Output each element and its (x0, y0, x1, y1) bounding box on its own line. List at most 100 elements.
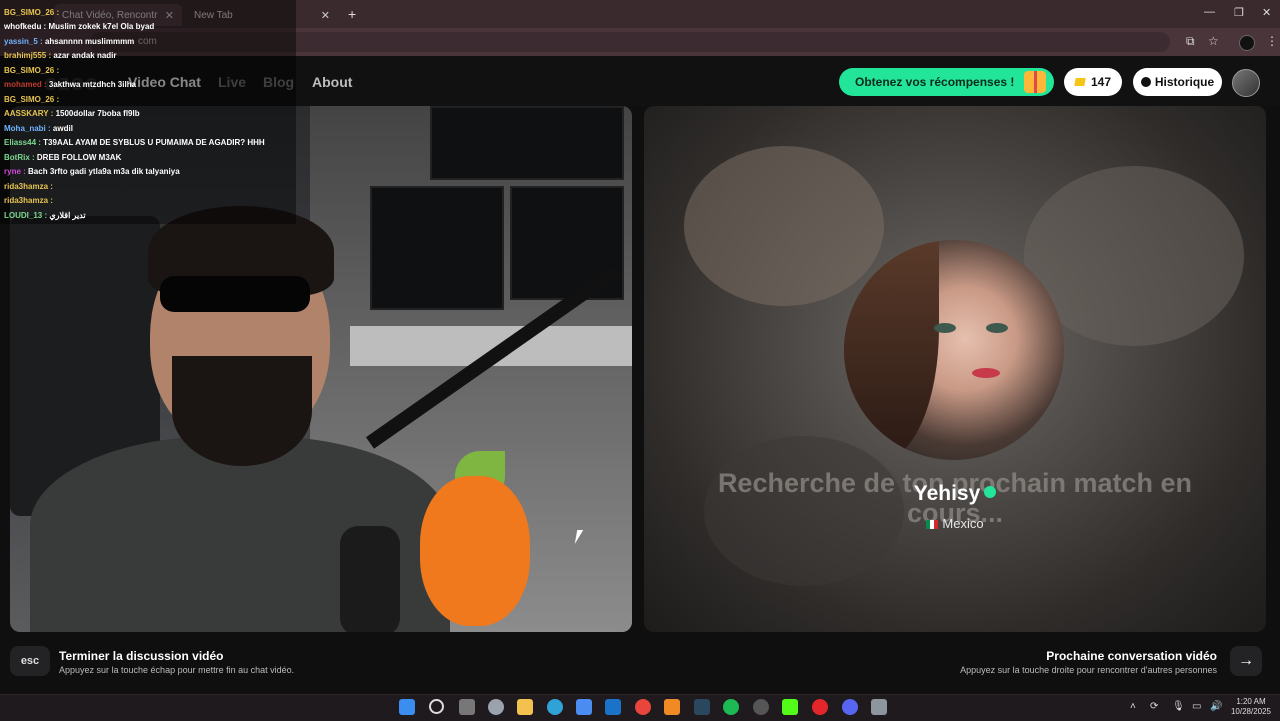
microphone-icon[interactable]: 🎙 (1172, 701, 1185, 712)
chat-username: BotRix : (4, 153, 35, 162)
person-beard (172, 356, 312, 466)
sync-icon[interactable]: ⟳ (1150, 701, 1158, 712)
chat-username: BG_SIMO_26 : (4, 95, 60, 104)
stream-chat-overlay: BG_SIMO_26 : whofkedu : Muslim zokek k7e… (0, 0, 296, 224)
history-button[interactable]: Historique (1133, 68, 1222, 96)
chat-username: BG_SIMO_26 : (4, 8, 60, 17)
chat-text: awdil (52, 124, 73, 133)
end-chat-hint: Appuyez sur la touche échap pour mettre … (59, 665, 295, 675)
chat-message: BG_SIMO_26 : (4, 66, 59, 75)
match-country: Mexico (644, 516, 1266, 531)
chat-text: Muslim zokek k7el Ola byad (48, 22, 155, 31)
chat-text: 3akthwa mtzdhch 3ilha (48, 80, 137, 89)
chat-username: BG_SIMO_26 : (4, 66, 60, 75)
chat-username: LOUDI_13 : (4, 211, 48, 220)
chat-text: ahsannnn muslimmmm (44, 37, 135, 46)
chat-text: T39AAL AYAM DE SYBLUS U PUMAIMA DE AGADI… (43, 138, 265, 147)
taskbar-clock[interactable]: 1:20 AM 10/28/2025 (1228, 697, 1274, 717)
chat-message: ryne : Bach 3rfto gadi ytla9a m3a dik ta… (4, 167, 180, 176)
file-explorer-icon[interactable] (517, 699, 533, 715)
match-hair-shape (844, 240, 939, 460)
bookmark-star-icon[interactable]: ☆ (1208, 34, 1219, 48)
store-icon[interactable] (576, 699, 592, 715)
chat-message: whofkedu : Muslim zokek k7el Ola byad (4, 22, 154, 31)
volume-icon[interactable]: 🔊 (1210, 701, 1222, 712)
chat-username: rida3hamza : (4, 182, 53, 191)
coins-balance[interactable]: 147 (1064, 68, 1122, 96)
chat-message: Eliass44 : T39AAL AYAM DE SYBLUS U PUMAI… (4, 138, 265, 147)
verified-icon (984, 486, 997, 498)
monitor-shape (430, 106, 624, 180)
next-chat-hint: Appuyez sur la touche droite pour rencon… (960, 665, 1217, 675)
rewards-button[interactable]: Obtenez vos récompenses ! (839, 68, 1054, 96)
chrome-icon[interactable] (635, 699, 651, 715)
chat-message: AASSKARY : 1500dollar 7boba fl9lb (4, 109, 140, 118)
next-arrow-button[interactable]: → (1230, 646, 1262, 676)
app-a-icon[interactable] (664, 699, 680, 715)
spotify-icon[interactable] (723, 699, 739, 715)
mexico-flag-icon (926, 520, 939, 529)
monitor-shape (370, 186, 504, 310)
user-avatar[interactable] (1232, 69, 1260, 97)
end-chat-title: Terminer la discussion vidéo (59, 649, 224, 663)
chat-username: AASSKARY : (4, 109, 54, 118)
chat-text: تدير اقلاري (49, 211, 86, 220)
mouse-cursor-icon (574, 530, 590, 544)
match-name: Yehisy (644, 482, 1266, 506)
kick-icon[interactable] (782, 699, 798, 715)
calculator-icon[interactable] (871, 699, 887, 715)
chat-username: brahimj555 : (4, 51, 52, 60)
chat-username: rida3hamza : (4, 196, 53, 205)
chat-username: mohamed : (4, 80, 47, 89)
chat-text: Bach 3rfto gadi ytla9a m3a dik talyaniya (28, 167, 180, 176)
search-icon[interactable] (429, 699, 444, 714)
close-window-icon[interactable]: ✕ (1262, 6, 1271, 19)
nav-about[interactable]: About (312, 74, 352, 90)
remote-video: Recherche de ton prochain match en cours… (644, 106, 1266, 632)
start-menu-icon[interactable] (399, 699, 415, 715)
chat-message: LOUDI_13 : تدير اقلاري (4, 211, 86, 220)
new-tab-icon[interactable]: + (348, 6, 356, 22)
clock-time: 1:20 AM (1236, 697, 1266, 706)
tray-expand-icon[interactable]: ˄ (1130, 701, 1136, 712)
match-name-text: Yehisy (913, 482, 981, 505)
display-icon[interactable]: ▭ (1192, 701, 1201, 712)
chat-message: BotRix : DREB FOLLOW M3AK (4, 153, 121, 162)
minimize-icon[interactable]: — (1204, 6, 1215, 18)
chat-message: BG_SIMO_26 : (4, 8, 59, 17)
chat-text: azar andak nadir (53, 51, 117, 60)
browser-menu-icon[interactable]: ⋮ (1266, 34, 1278, 48)
chat-username: ryne : (4, 167, 26, 176)
outlook-icon[interactable] (605, 699, 621, 715)
install-app-icon[interactable]: ⧉ (1186, 34, 1195, 49)
coins-count: 147 (1090, 75, 1112, 89)
esc-key-button[interactable]: esc (10, 646, 50, 676)
match-eyes-shape (934, 320, 1044, 336)
close-tab-icon[interactable]: ✕ (321, 9, 330, 22)
gem-icon (1074, 78, 1086, 86)
person-glasses (160, 276, 310, 312)
chat-text: DREB FOLLOW M3AK (36, 153, 122, 162)
settings-gear-icon[interactable] (488, 699, 504, 715)
match-profile-photo (844, 240, 1064, 460)
chat-message: rida3hamza : (4, 182, 53, 191)
clock-date: 10/28/2025 (1230, 707, 1272, 716)
chat-message: yassin_5 : ahsannnn muslimmmm (4, 37, 134, 46)
maximize-icon[interactable]: ❐ (1234, 6, 1244, 19)
clock-icon (1140, 77, 1151, 87)
app-circle-icon[interactable] (753, 699, 769, 715)
discord-icon[interactable] (842, 699, 858, 715)
steam-icon[interactable] (694, 699, 710, 715)
chat-message: rida3hamza : (4, 196, 53, 205)
match-country-text: Mexico (942, 516, 984, 531)
browser-profile-icon[interactable] (1239, 35, 1255, 51)
task-view-icon[interactable] (459, 699, 475, 715)
opera-icon[interactable] (812, 699, 828, 715)
chat-message: Moha_nabi : awdil (4, 124, 73, 133)
edge-browser-icon[interactable] (547, 699, 563, 715)
history-label: Historique (1154, 75, 1215, 89)
chat-message: mohamed : 3akthwa mtzdhch 3ilha (4, 80, 136, 89)
chat-message: brahimj555 : azar andak nadir (4, 51, 117, 60)
match-lips-shape (972, 368, 1000, 378)
microphone-shape (340, 526, 400, 632)
